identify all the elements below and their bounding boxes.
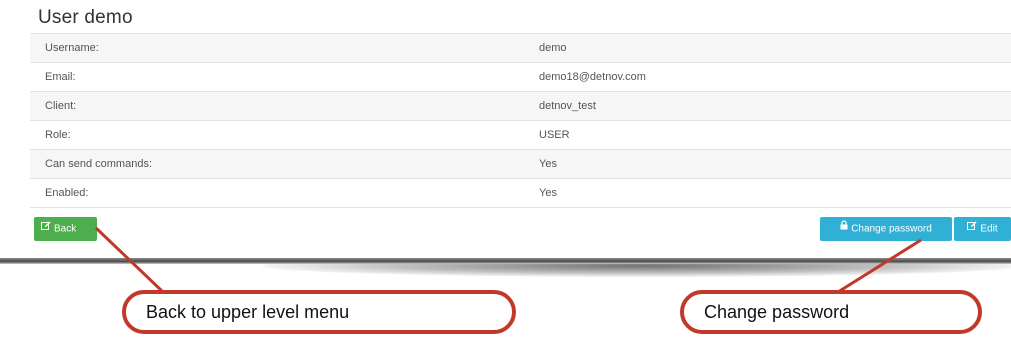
edit-icon <box>967 216 977 240</box>
change-password-button[interactable]: Change password <box>820 217 952 241</box>
change-password-callout: Change password <box>680 290 982 334</box>
edit-icon <box>41 216 51 240</box>
detail-label-email: Email: <box>30 62 539 92</box>
change-password-button-label: Change password <box>851 223 932 235</box>
back-button-label: Back <box>54 223 77 235</box>
detail-label-can-send-commands: Can send commands: <box>30 149 539 179</box>
detail-label-role: Role: <box>30 120 539 150</box>
detail-value-email: demo18@detnov.com <box>539 62 1011 92</box>
table-row: Enabled: Yes <box>30 178 1011 208</box>
detail-label-username: Username: <box>30 33 539 63</box>
detail-value-enabled: Yes <box>539 178 1011 208</box>
panel-bottom-edge <box>0 258 1011 264</box>
back-callout: Back to upper level menu <box>122 290 516 334</box>
detail-value-can-send-commands: Yes <box>539 149 1011 179</box>
table-row: Username: demo <box>30 33 1011 63</box>
table-row: Can send commands: Yes <box>30 149 1011 179</box>
detail-value-role: USER <box>539 120 1011 150</box>
table-row: Client: detnov_test <box>30 91 1011 121</box>
detail-value-client: detnov_test <box>539 91 1011 121</box>
edit-button[interactable]: Edit <box>954 217 1011 241</box>
screenshot-stage: User demo Username: demo Email: demo18@d… <box>0 0 1011 346</box>
table-row: Role: USER <box>30 120 1011 150</box>
table-row: Email: demo18@detnov.com <box>30 62 1011 92</box>
back-button[interactable]: Back <box>34 217 97 241</box>
detail-label-client: Client: <box>30 91 539 121</box>
user-details-table: Username: demo Email: demo18@detnov.com … <box>30 33 1011 208</box>
edit-button-label: Edit <box>980 223 998 235</box>
lock-icon <box>840 216 848 240</box>
user-detail-panel: User demo Username: demo Email: demo18@d… <box>0 0 1011 262</box>
detail-label-enabled: Enabled: <box>30 178 539 208</box>
detail-value-username: demo <box>539 33 1011 63</box>
page-title: User demo <box>38 7 133 28</box>
